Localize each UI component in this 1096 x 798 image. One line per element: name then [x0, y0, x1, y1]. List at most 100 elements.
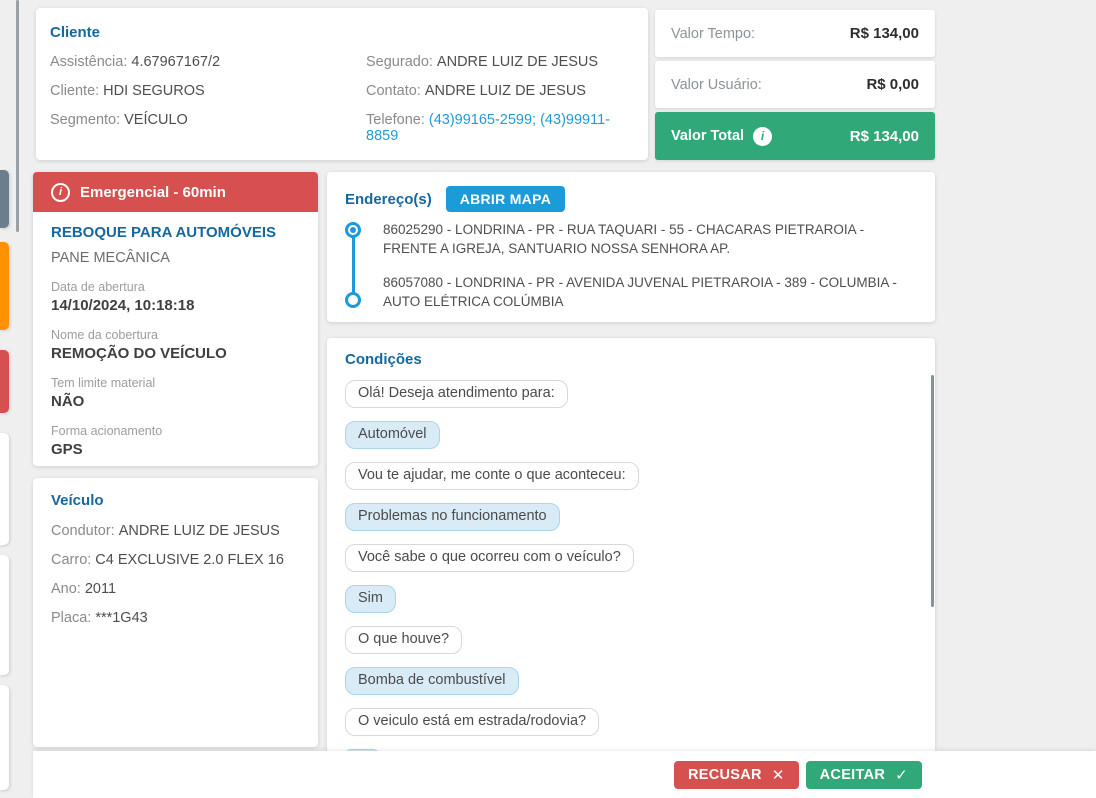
client-segmento-row: Segmento:VEÍCULO [50, 112, 366, 144]
rail-card-white[interactable] [0, 433, 9, 545]
field-label: Tem limite material [51, 376, 300, 390]
check-icon: ✓ [895, 766, 908, 784]
info-icon[interactable]: i [51, 183, 70, 202]
field-label: Data de abertura [51, 280, 300, 294]
field-value: ANDRE LUIZ DE JESUS [437, 54, 598, 70]
recusar-button[interactable]: RECUSAR ✕ [674, 761, 799, 789]
valor-value: R$ 134,00 [850, 25, 919, 42]
vehicle-ano-row: Ano:2011 [51, 581, 300, 597]
field-label: Condutor: [51, 523, 115, 539]
valor-usuario-row: Valor Usuário: R$ 0,00 [655, 61, 935, 108]
field-label: Forma acionamento [51, 424, 300, 438]
aceitar-button[interactable]: ACEITAR ✓ [806, 761, 922, 789]
valor-label: Valor Usuário: [671, 77, 762, 93]
field-label: Segurado: [366, 54, 433, 70]
close-icon: ✕ [772, 766, 785, 784]
rail-card-red[interactable] [0, 350, 9, 413]
field-label: Placa: [51, 610, 91, 626]
vehicle-card-title: Veículo [51, 492, 300, 509]
vehicle-card: Veículo Condutor:ANDRE LUIZ DE JESUS Car… [33, 478, 318, 747]
chat-question-bubble: Olá! Deseja atendimento para: [345, 380, 568, 408]
field-label: Assistência: [50, 54, 127, 70]
client-cliente-row: Cliente:HDI SEGUROS [50, 83, 366, 99]
field-label: Carro: [51, 552, 91, 568]
destination-address: 86057080 - LONDRINA - PR - AVENIDA JUVEN… [383, 273, 919, 311]
field-value: VEÍCULO [124, 112, 188, 128]
conditions-card-title: Condições [345, 351, 919, 368]
client-card-title: Cliente [50, 24, 634, 41]
rail-card-orange[interactable] [0, 242, 9, 330]
origin-address: 86025290 - LONDRINA - PR - RUA TAQUARI -… [383, 220, 919, 258]
field-value: 2011 [85, 581, 116, 597]
valor-tempo-row: Valor Tempo: R$ 134,00 [655, 10, 935, 57]
vehicle-condutor-row: Condutor:ANDRE LUIZ DE JESUS [51, 523, 300, 539]
service-field: Nome da cobertura REMOÇÃO DO VEÍCULO [51, 328, 300, 362]
valor-label: Valor Tempo: [671, 26, 755, 42]
destination-point-icon[interactable] [345, 292, 361, 308]
address-header: Endereço(s) ABRIR MAPA [345, 186, 919, 212]
field-value: NÃO [51, 393, 300, 410]
valor-total-row: Valor Total i R$ 134,00 [655, 112, 935, 160]
vehicle-fields: Condutor:ANDRE LUIZ DE JESUS Carro:C4 EX… [51, 523, 300, 626]
client-telefone-row: Telefone:(43)99165-2599; (43)99911-8859 [366, 112, 634, 144]
vehicle-carro-row: Carro:C4 EXCLUSIVE 2.0 FLEX 16 [51, 552, 300, 568]
field-value: GPS [51, 441, 300, 458]
field-label: Cliente: [50, 83, 99, 99]
valor-label-text: Valor Total [671, 128, 744, 144]
valor-total-label: Valor Total i [671, 127, 772, 146]
conditions-scrollbar-thumb[interactable] [931, 375, 934, 607]
address-card-title: Endereço(s) [345, 191, 432, 208]
field-label: Telefone: [366, 112, 425, 128]
open-map-button[interactable]: ABRIR MAPA [446, 186, 565, 212]
service-card: i Emergencial - 60min REBOQUE PARA AUTOM… [33, 172, 318, 466]
origin-point-icon[interactable] [345, 222, 361, 238]
service-title: REBOQUE PARA AUTOMÓVEIS [51, 224, 300, 241]
field-label: Contato: [366, 83, 421, 99]
timeline-line [352, 234, 355, 297]
client-assistencia-row: Assistência:4.67967167/2 [50, 54, 366, 70]
client-card: Cliente Assistência:4.67967167/2 Segurad… [36, 8, 648, 160]
rail-card-slate[interactable] [0, 170, 9, 228]
service-priority-header: i Emergencial - 60min [33, 172, 318, 212]
address-timeline: 86025290 - LONDRINA - PR - RUA TAQUARI -… [345, 220, 919, 311]
field-value: REMOÇÃO DO VEÍCULO [51, 345, 300, 362]
service-field: Tem limite material NÃO [51, 376, 300, 410]
address-card: Endereço(s) ABRIR MAPA 86025290 - LONDRI… [327, 172, 935, 322]
field-value: ANDRE LUIZ DE JESUS [119, 523, 280, 539]
client-contato-row: Contato:ANDRE LUIZ DE JESUS [366, 83, 634, 99]
client-segurado-row: Segurado:ANDRE LUIZ DE JESUS [366, 54, 634, 70]
chat-question-bubble: O veiculo está em estrada/rodovia? [345, 708, 599, 736]
info-icon[interactable]: i [753, 127, 772, 146]
field-value: ANDRE LUIZ DE JESUS [425, 83, 586, 99]
field-label: Nome da cobertura [51, 328, 300, 342]
action-bar: RECUSAR ✕ ACEITAR ✓ [33, 751, 1096, 798]
field-value: C4 EXCLUSIVE 2.0 FLEX 16 [95, 552, 284, 568]
service-body: REBOQUE PARA AUTOMÓVEIS PANE MECÂNICA Da… [33, 212, 318, 458]
chat-answer-bubble: Bomba de combustível [345, 667, 519, 695]
client-fields: Assistência:4.67967167/2 Segurado:ANDRE … [50, 54, 634, 144]
valor-value: R$ 0,00 [866, 76, 919, 93]
valor-panel: Valor Tempo: R$ 134,00 Valor Usuário: R$… [655, 10, 935, 160]
chat-question-bubble: Você sabe o que ocorreu com o veículo? [345, 544, 634, 572]
field-value: ***1G43 [95, 610, 147, 626]
field-value: HDI SEGUROS [103, 83, 205, 99]
chat-answer-bubble: Automóvel [345, 421, 440, 449]
recusar-label: RECUSAR [688, 767, 762, 783]
chat-answer-bubble: Problemas no funcionamento [345, 503, 560, 531]
rail-card-white[interactable] [0, 555, 9, 675]
chat-question-bubble: Vou te ajudar, me conte o que aconteceu: [345, 462, 639, 490]
rail-card-white[interactable] [0, 685, 9, 790]
service-subtitle: PANE MECÂNICA [51, 250, 300, 266]
chat-answer-bubble: Sim [345, 585, 396, 613]
aceitar-label: ACEITAR [820, 767, 885, 783]
service-field: Forma acionamento GPS [51, 424, 300, 458]
left-list-scrollbar-thumb[interactable] [16, 0, 19, 232]
conditions-card: Condições Olá! Deseja atendimento para: … [327, 338, 935, 755]
service-field: Data de abertura 14/10/2024, 10:18:18 [51, 280, 300, 314]
valor-total-value: R$ 134,00 [850, 128, 919, 145]
service-priority-label: Emergencial - 60min [80, 184, 226, 201]
field-value: 4.67967167/2 [131, 54, 220, 70]
vehicle-placa-row: Placa:***1G43 [51, 610, 300, 626]
field-label: Ano: [51, 581, 81, 597]
field-label: Segmento: [50, 112, 120, 128]
